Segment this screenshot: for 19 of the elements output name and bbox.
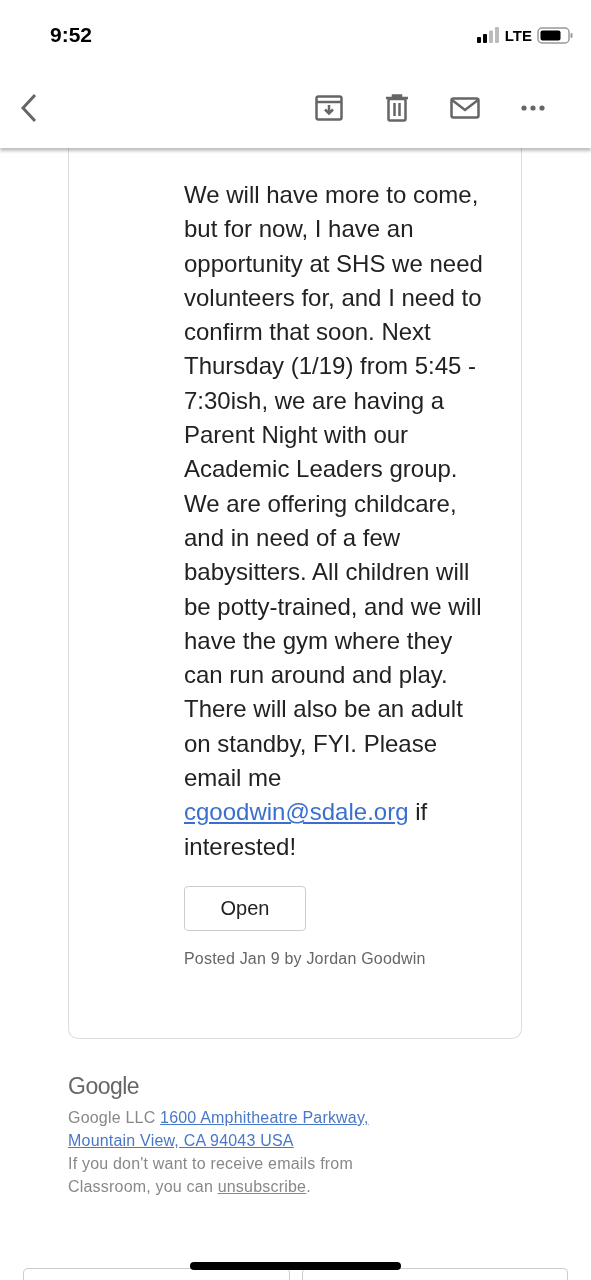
address-link[interactable]: Mountain View, CA 94043 USA [68,1132,294,1149]
network-type: LTE [504,26,532,44]
signal-icon [476,27,500,43]
post-body: We will have more to come, but for now, I have an opportunity at SHS we need volunteers for, and I need to confirm that soon. Next Thursday (1/19) from 5:45 - 7:30ish, we are having a Parent Night with our Academic Leaders group. We are offering childcare, and in need of a few babysitters. All children will be potty-trained, and we will have the gym where they can run around and play. There will also be an adult on standby, FYI. Please email me cgoodwin@sdale.org if interested! [184,180,484,862]
unsubscribe-text: If you don't want to receive emails from Classroom, you can unsubscribe. [68,1154,354,1197]
email-link[interactable]: cgoodwin@sdale.org [184,798,409,826]
logo-wordmark: Google [68,1073,141,1100]
posted-info: Posted Jan 9 by Jordan Goodwin [184,949,427,968]
address-text: Google LLC 1600 Amphitheatre Parkway, Mountain View, CA 94043 USA [68,1108,370,1151]
address-link[interactable]: 1600 Amphitheatre Parkway, [160,1109,369,1126]
archive-icon[interactable] [315,95,343,121]
open-button[interactable]: Open [184,885,306,931]
more-icon[interactable] [521,105,545,111]
battery-icon [537,26,573,44]
unsubscribe-link[interactable]: unsubscribe [217,1178,307,1195]
trash-icon[interactable] [385,94,409,122]
back-icon[interactable] [20,93,38,123]
clock-time: 9:52 [50,23,93,47]
mail-icon[interactable] [450,97,480,119]
